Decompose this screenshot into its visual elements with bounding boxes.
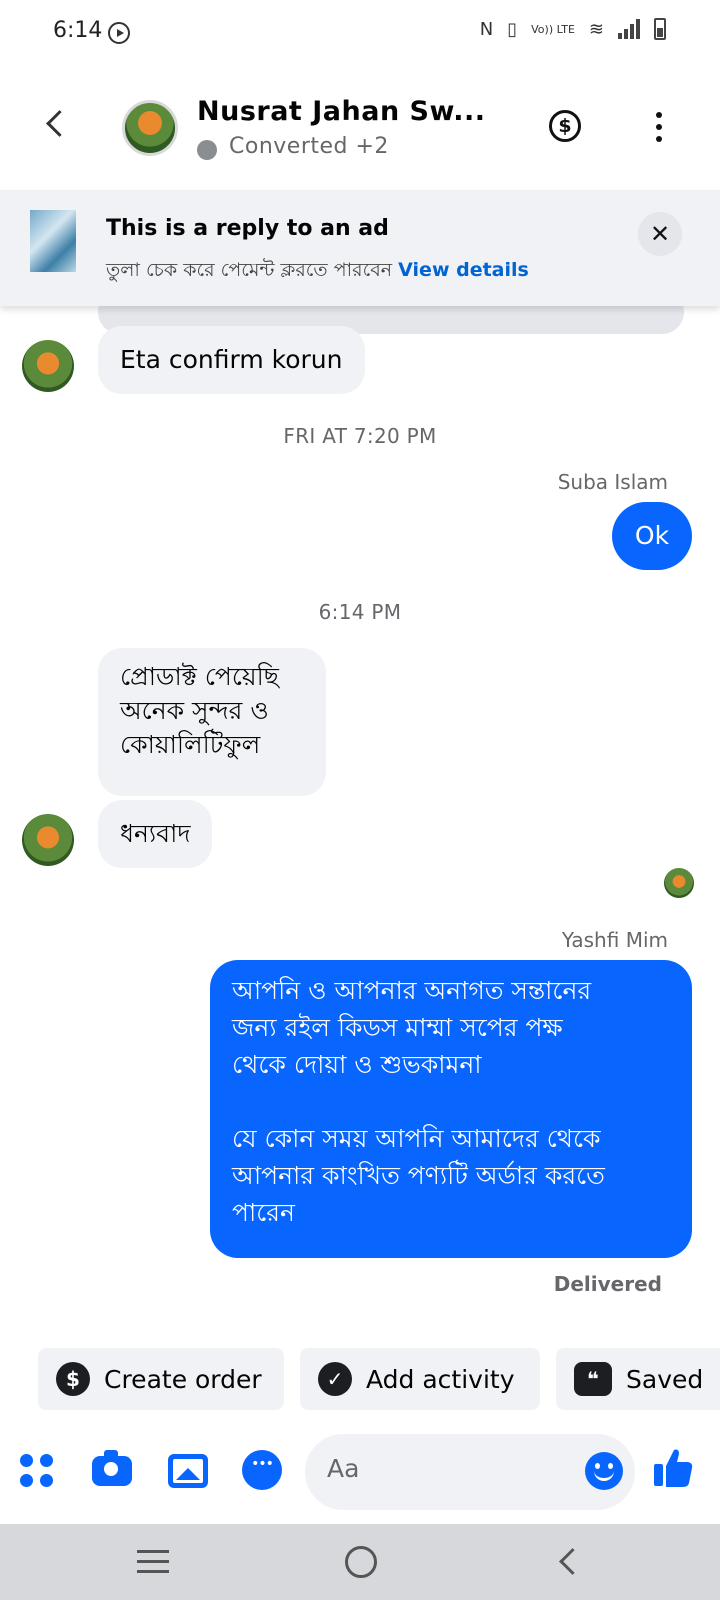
message-sender-name: Suba Islam <box>557 470 668 494</box>
ad-banner-title: This is a reply to an ad <box>106 216 389 241</box>
emoji-icon[interactable] <box>585 1452 623 1490</box>
status-dot <box>197 140 217 160</box>
add-activity-label: Add activity <box>366 1364 515 1394</box>
battery-icon <box>654 18 666 40</box>
message-line: যে কোন সময় আপনি আমাদের থেকে <box>232 1124 601 1153</box>
status-icons: N ▯ Vo)) LTE ≋ <box>480 18 666 40</box>
saved-replies-button[interactable]: ❝ Saved <box>556 1348 720 1410</box>
add-activity-button[interactable]: ✓ Add activity <box>300 1348 540 1410</box>
status-bar: 6:14 N ▯ Vo)) LTE ≋ <box>0 0 720 68</box>
saved-replies-icon: ❝ <box>574 1362 612 1396</box>
vibrate-icon: ▯ <box>507 18 518 40</box>
volte-icon: Vo)) LTE <box>531 22 575 36</box>
home-icon[interactable] <box>345 1546 377 1578</box>
conversation-header: Nusrat Jahan Sw... Converted +2 $ <box>0 68 720 186</box>
nfc-icon: N <box>479 18 494 40</box>
message-line: আপনি ও আপনার অনাগত সন্তানের <box>232 976 592 1005</box>
outgoing-message[interactable]: Ok <box>612 502 692 570</box>
outgoing-message[interactable]: আপনি ও আপনার অনাগত সন্তানের জন্য রইল কিড… <box>210 960 692 1258</box>
create-order-button[interactable]: $ Create order <box>38 1348 284 1410</box>
close-icon[interactable]: ✕ <box>638 212 682 256</box>
more-options-icon[interactable] <box>656 112 664 142</box>
message-line <box>232 1083 670 1120</box>
payment-dollar-icon[interactable]: $ <box>549 110 581 142</box>
chat-bubble-icon[interactable] <box>242 1450 282 1490</box>
message-line: পারেন <box>232 1198 295 1227</box>
ad-reply-banner: This is a reply to an ad তুলা চেক করে পে… <box>0 190 720 306</box>
contact-status[interactable]: Converted +2 <box>229 134 389 159</box>
message-line: প্রোডাক্ট পেয়েছি <box>120 662 279 691</box>
message-timestamp: 6:14 PM <box>318 600 402 624</box>
back-arrow-icon[interactable] <box>38 106 74 142</box>
message-line: জন্য রইল কিডস মাম্মা সপের পক্ষ <box>232 1013 563 1042</box>
ad-banner-text: তুলা চেক করে পেমেন্ট ক্লরতে পারবেন <box>106 259 393 281</box>
thumbs-up-icon[interactable] <box>652 1446 694 1490</box>
gallery-icon[interactable] <box>168 1454 208 1488</box>
message-line: থেকে দোয়া ও শুভকামনা <box>232 1050 482 1079</box>
quick-actions-bar: $ Create order ✓ Add activity ❝ Saved <box>0 1348 720 1410</box>
sender-avatar[interactable] <box>22 814 74 866</box>
seen-receipt-avatar <box>664 868 694 898</box>
view-details-link[interactable]: View details <box>398 259 529 281</box>
message-input-placeholder: Aa <box>327 1454 360 1483</box>
message-list[interactable]: Eta confirm korun FRI AT 7:20 PM Suba Is… <box>0 290 720 1326</box>
check-circle-icon: ✓ <box>318 1362 352 1396</box>
dollar-icon: $ <box>56 1362 90 1396</box>
message-line: আপনার কাংখিত পণ্যটি অর্ডার করতে <box>232 1161 605 1190</box>
message-input[interactable]: Aa <box>305 1434 635 1510</box>
contact-avatar[interactable] <box>122 100 178 156</box>
apps-grid-icon[interactable] <box>18 1450 58 1490</box>
contact-name[interactable]: Nusrat Jahan Sw... <box>197 96 486 127</box>
sender-avatar[interactable] <box>22 340 74 392</box>
ad-thumbnail[interactable] <box>30 210 76 272</box>
system-nav-bar <box>0 1524 720 1600</box>
ad-banner-subtitle: তুলা চেক করে পেমেন্ট ক্লরতে পারবেন View … <box>106 256 529 288</box>
signal-icon <box>618 19 640 39</box>
status-time: 6:14 <box>53 18 103 43</box>
incoming-message[interactable]: ধন্যবাদ <box>98 800 213 868</box>
message-line: অনেক সুন্দর ও <box>120 696 269 725</box>
incoming-message[interactable]: প্রোডাক্ট পেয়েছি অনেক সুন্দর ও কোয়ালিট… <box>98 648 326 796</box>
message-sender-name: Yashfi Mim <box>561 928 668 952</box>
message-composer: Aa <box>0 1426 720 1516</box>
message-line: কোয়ালিটিফুল <box>120 730 261 759</box>
recent-apps-icon[interactable] <box>137 1550 169 1574</box>
message-timestamp: FRI AT 7:20 PM <box>283 424 437 448</box>
create-order-label: Create order <box>104 1364 262 1394</box>
do-not-disturb-icon <box>108 22 130 44</box>
wifi-icon: ≋ <box>588 18 604 40</box>
system-back-icon[interactable] <box>557 1550 581 1574</box>
delivery-status: Delivered <box>553 1272 662 1296</box>
incoming-message[interactable]: Eta confirm korun <box>98 326 365 394</box>
saved-replies-label: Saved <box>626 1364 704 1394</box>
camera-icon[interactable] <box>92 1450 132 1486</box>
